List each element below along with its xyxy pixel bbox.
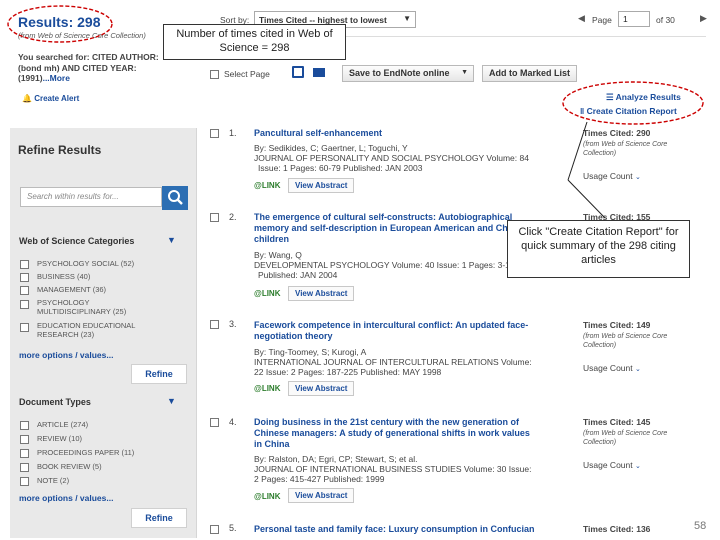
times-cited-callout: Number of times cited in Web of Science …	[163, 24, 346, 60]
citation-report-ellipse	[562, 81, 704, 125]
slide-number: 58	[694, 520, 707, 532]
callout-connector	[567, 179, 606, 219]
citation-report-callout: Click "Create Citation Report" for quick…	[507, 220, 690, 278]
results-ellipse	[7, 5, 113, 43]
callout-connector	[567, 121, 588, 181]
